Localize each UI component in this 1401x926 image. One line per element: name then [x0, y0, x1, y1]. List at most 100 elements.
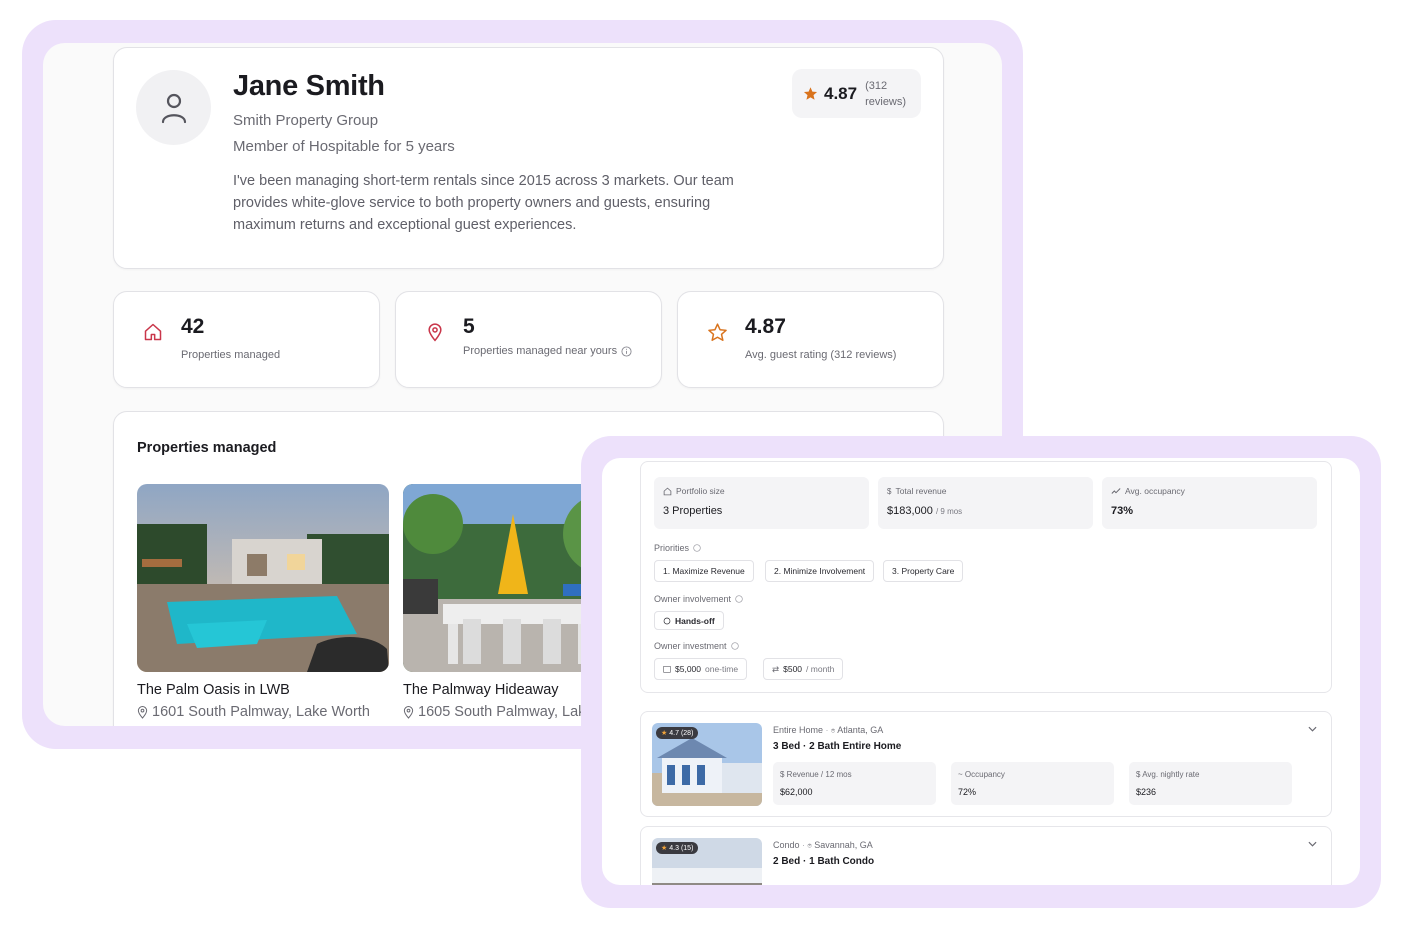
company-name: Smith Property Group — [233, 112, 379, 129]
badge-text: 4.3 (15) — [669, 844, 694, 852]
metric-value: 3 Properties — [663, 505, 723, 517]
listing-metric-occupancy: ~ Occupancy 72% — [951, 762, 1114, 805]
metric-value: 72% — [958, 787, 977, 797]
priority-chip: 2. Minimize Involvement — [765, 560, 875, 582]
stat-label: Properties managed near yours — [463, 345, 632, 357]
investment-monthly-unit: / month — [806, 664, 835, 674]
member-since: Member of Hospitable for 5 years — [233, 138, 455, 155]
info-icon[interactable] — [730, 642, 739, 650]
metric-value: 73% — [1111, 505, 1134, 517]
listing-type: Entire Home — [773, 725, 824, 735]
metric-total-revenue: $ Total revenue $183,000 / 9 mos — [878, 477, 1093, 529]
review-count: (312 reviews) — [865, 79, 907, 108]
priorities-label: Priorities — [654, 543, 701, 553]
investment-monthly-chip: ⇄ $500 / month — [763, 658, 844, 680]
star-icon — [702, 317, 732, 347]
metric-label: Portfolio size — [663, 486, 725, 496]
metric-label: $ Total revenue — [887, 486, 947, 496]
trend-icon — [1111, 488, 1121, 494]
stat-card-properties: 42 Properties managed — [113, 291, 380, 388]
hand-icon — [663, 617, 671, 624]
stat-value: 4.87 — [745, 315, 786, 338]
property-address: 1601 South Palmway, Lake Worth — [137, 704, 389, 720]
metric-value-text: $183,000 — [887, 505, 933, 517]
metric-label: ~ Occupancy — [958, 770, 1005, 779]
listing-metric-revenue: $ Revenue / 12 mos $62,000 — [773, 762, 936, 805]
rating-badge: 4.87 (312 reviews) — [792, 69, 921, 118]
star-icon — [803, 87, 818, 100]
owner-portfolio-panel: Portfolio size 3 Properties $ Total reve… — [602, 458, 1360, 885]
metric-label: Avg. occupancy — [1111, 486, 1185, 496]
rating-badge: ★ 4.7 (28) — [656, 727, 699, 739]
investment-label-text: Owner investment — [654, 641, 727, 651]
trend-icon: ~ — [958, 770, 965, 779]
metric-value: $183,000 / 9 mos — [887, 505, 962, 517]
metric-label: $ Revenue / 12 mos — [780, 770, 852, 779]
listing-title: 3 Bed · 2 Bath Entire Home — [773, 741, 902, 752]
info-icon[interactable] — [693, 544, 701, 552]
dollar-icon: $ — [887, 486, 892, 496]
stat-label: Properties managed — [181, 349, 281, 361]
address-text: 1601 South Palmway, Lake Worth — [152, 704, 370, 720]
map-pin-icon — [403, 705, 414, 719]
listing-metric-nightly-rate: $ Avg. nightly rate $236 — [1129, 762, 1292, 805]
listing-photo: ★ 4.3 (15) — [652, 838, 762, 885]
user-icon — [161, 93, 186, 123]
investment-onetime-unit: one-time — [705, 664, 739, 674]
listing-meta: Condo · ⌾ Savannah, GA — [773, 840, 873, 850]
info-icon[interactable] — [621, 345, 632, 357]
priorities-label-text: Priorities — [654, 543, 690, 553]
chevron-down-icon[interactable] — [1308, 726, 1317, 732]
star-icon: ★ — [661, 845, 668, 852]
involvement-chip: Hands-off — [654, 611, 724, 630]
map-pin-icon — [420, 317, 450, 347]
priority-chip: 1. Maximize Revenue — [654, 560, 754, 582]
investment-monthly-value: $500 — [783, 664, 803, 674]
investment-onetime-chip: $5,000 one-time — [654, 658, 748, 680]
home-icon — [138, 317, 168, 347]
listing-card[interactable]: ★ 4.3 (15) Condo · ⌾ Savannah, GA 2 Bed … — [640, 826, 1332, 885]
badge-text: 4.7 (28) — [669, 729, 694, 737]
info-icon[interactable] — [735, 595, 743, 603]
metric-value: $236 — [1136, 787, 1157, 797]
stat-card-rating: 4.87 Avg. guest rating (312 reviews) — [677, 291, 944, 388]
avatar — [136, 70, 211, 145]
listing-photo: ★ 4.7 (28) — [652, 723, 762, 806]
listing-type: Condo — [773, 840, 800, 850]
metric-avg-occupancy: Avg. occupancy 73% — [1102, 477, 1317, 529]
host-name: Jane Smith — [233, 70, 385, 102]
involvement-text: Hands-off — [675, 615, 715, 626]
rating-badge: ★ 4.3 (15) — [656, 842, 699, 854]
listing-title: 2 Bed · 1 Bath Condo — [773, 856, 875, 867]
metric-value-sub: / 9 mos — [935, 507, 963, 516]
property-photo — [137, 484, 389, 672]
repeat-icon: ⇄ — [772, 663, 780, 674]
map-pin-icon: ⌾ — [807, 843, 812, 850]
property-card[interactable]: The Palm Oasis in LWB 1601 South Palmway… — [137, 484, 389, 720]
owner-involvement-label: Owner involvement — [654, 594, 743, 604]
metric-label-text: Portfolio size — [676, 486, 725, 496]
metric-label: $ Avg. nightly rate — [1136, 770, 1199, 779]
stat-value: 5 — [463, 315, 475, 338]
listing-card[interactable]: ★ 4.7 (28) Entire Home · ⌾ Atlanta, GA 3… — [640, 711, 1332, 817]
stat-value: 42 — [181, 315, 205, 338]
profile-card: Jane Smith Smith Property Group Member o… — [113, 47, 944, 269]
chevron-down-icon[interactable] — [1308, 841, 1317, 847]
metric-label-text: Occupancy — [964, 770, 1005, 779]
metric-label-text: Revenue / 12 mos — [786, 770, 852, 779]
metric-label-text: Avg. nightly rate — [1142, 770, 1200, 779]
owner-investment-label: Owner investment — [654, 641, 739, 651]
portfolio-summary-card: Portfolio size 3 Properties $ Total reve… — [640, 461, 1332, 693]
listing-meta: Entire Home · ⌾ Atlanta, GA — [773, 725, 884, 735]
map-pin-icon — [137, 705, 148, 719]
rating-value: 4.87 — [824, 83, 858, 103]
stat-card-nearby: 5 Properties managed near yours — [395, 291, 662, 388]
priority-chip: 3. Property Care — [883, 560, 964, 582]
star-icon: ★ — [661, 730, 668, 737]
stat-label-text: Properties managed near yours — [463, 345, 618, 357]
metric-label-text: Avg. occupancy — [1125, 486, 1185, 496]
listing-location: Atlanta, GA — [837, 725, 884, 735]
section-title: Properties managed — [137, 440, 277, 456]
listing-location: Savannah, GA — [814, 840, 873, 850]
investment-onetime-value: $5,000 — [675, 664, 701, 674]
